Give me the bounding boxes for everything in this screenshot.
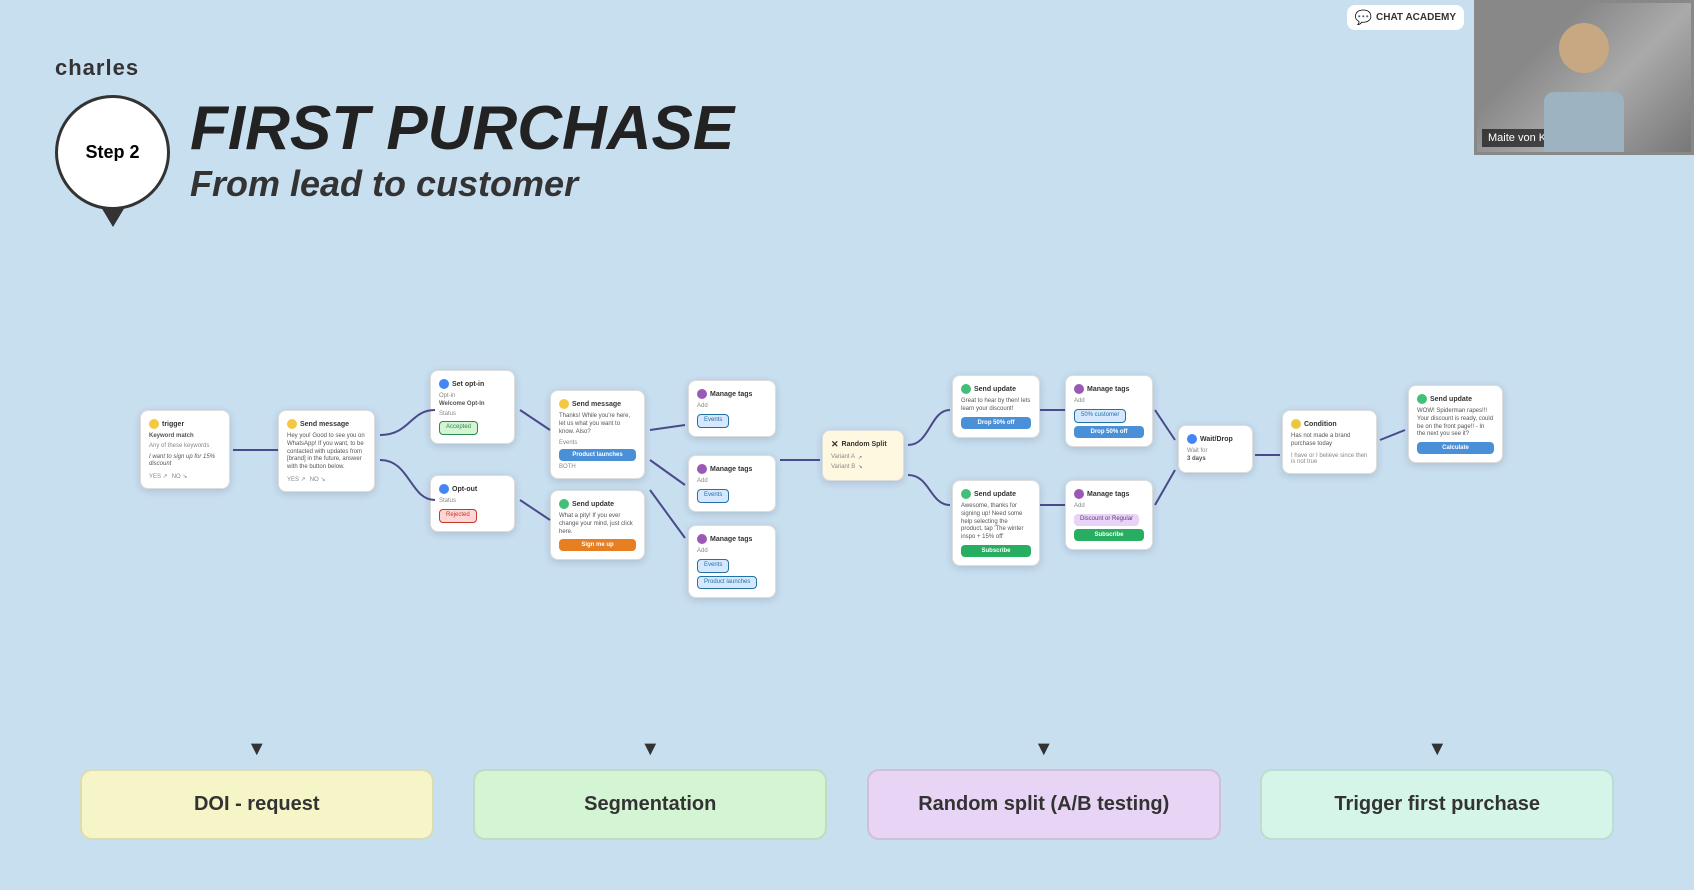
product-btn: Product launches	[559, 449, 636, 461]
manage-tags1-icon	[697, 389, 707, 399]
send-update-a-node: Send update Great to hear by then! lets …	[952, 375, 1040, 438]
opt-out-node: Opt-out Status Rejected	[430, 475, 515, 532]
drop-50-btn: Drop 50% off	[961, 417, 1031, 429]
step-label: Step 2	[85, 142, 139, 162]
bottom-labels-section: ▼ DOI - request ▼ Segmentation ▼ Random …	[60, 738, 1634, 840]
split-icon: ✕	[831, 439, 839, 450]
manage-tags-a-icon	[1074, 384, 1084, 394]
events-tag-3: Events	[697, 559, 729, 573]
manage-tags-b-icon	[1074, 489, 1084, 499]
discount-regular-tag: Discount or Regular	[1074, 514, 1139, 526]
chat-icon: 💬	[1355, 9, 1372, 26]
wait-icon	[1187, 434, 1197, 444]
trigger-icon	[149, 419, 159, 429]
send-update-optout-icon	[559, 499, 569, 509]
label-trigger-purchase: ▼ Trigger first purchase	[1241, 738, 1635, 840]
rejected-badge: Rejected	[439, 509, 477, 523]
manage-tags-3-node: Manage tags Add Events Product launches	[688, 525, 776, 598]
subscribe-btn: Subscribe	[961, 545, 1031, 557]
title-area: FIRST PURCHASE From lead to customer	[190, 95, 734, 205]
condition-node: Condition Has not made a brand purchase …	[1282, 410, 1377, 474]
manage-tags-a-node: Manage tags Add 50% customer Drop 50% of…	[1065, 375, 1153, 447]
send-message-1-node: Send message Hey you! Good to see you on…	[278, 410, 375, 492]
chat-academy-badge: 💬 CHAT ACADEMY	[1347, 5, 1464, 30]
manage-tags3-icon	[697, 534, 707, 544]
optout-icon	[439, 484, 449, 494]
trigger-node: trigger Keyword match Any of these keywo…	[140, 410, 230, 489]
send-message-2-node: Send message Thanks! While you're here, …	[550, 390, 645, 479]
seg-arrow: ▼	[640, 738, 660, 761]
drop-50-btn2: Drop 50% off	[1074, 426, 1144, 438]
step-bubble: Step 2	[55, 95, 170, 210]
page-subtitle: From lead to customer	[190, 163, 734, 205]
trigger-label: Trigger first purchase	[1260, 769, 1614, 840]
send-update-a-icon	[961, 384, 971, 394]
manage-tags-2-node: Manage tags Add Events	[688, 455, 776, 512]
send-update-final-icon	[1417, 394, 1427, 404]
label-random-split: ▼ Random split (A/B testing)	[847, 738, 1241, 840]
label-doi: ▼ DOI - request	[60, 738, 454, 840]
random-split-node: ✕ Random Split Variant A ↗ Variant B ↘	[822, 430, 904, 481]
events-tag-1: Events	[697, 414, 729, 428]
random-arrow: ▼	[1034, 738, 1054, 761]
set-optin-node: Set opt-in Opt-in Welcome Opt-In Status …	[430, 370, 515, 444]
condition-icon	[1291, 419, 1301, 429]
doi-arrow: ▼	[247, 738, 267, 761]
trigger-arrow: ▼	[1427, 738, 1447, 761]
events-tag-2: Events	[697, 489, 729, 503]
signup-btn: Sign me up	[559, 539, 636, 551]
brand-logo: charles	[55, 55, 139, 81]
send-msg2-icon	[559, 399, 569, 409]
wait-drop-node: Wait/Drop Wait for 3 days	[1178, 425, 1253, 473]
flow-canvas: trigger Keyword match Any of these keywo…	[60, 280, 1634, 640]
send-msg1-icon	[287, 419, 297, 429]
label-segmentation: ▼ Segmentation	[454, 738, 848, 840]
manage-tags2-icon	[697, 464, 707, 474]
subscribe-btn2: Subscribe	[1074, 529, 1144, 541]
send-update-optout-node: Send update What a pity! If you ever cha…	[550, 490, 645, 560]
random-label: Random split (A/B testing)	[867, 769, 1221, 840]
seg-label: Segmentation	[473, 769, 827, 840]
manage-tags-b-node: Manage tags Add Discount or Regular Subs…	[1065, 480, 1153, 550]
product-tag-3: Product launches	[697, 576, 757, 590]
manage-tags-1-node: Manage tags Add Events	[688, 380, 776, 437]
send-update-b-node: Send update Awesome, thanks for signing …	[952, 480, 1040, 566]
page-title: FIRST PURCHASE	[190, 95, 734, 163]
doi-label: DOI - request	[80, 769, 434, 840]
calculate-btn: Calculate	[1417, 442, 1494, 454]
send-update-final-node: Send update WOW! Spiderman rapes!!! Your…	[1408, 385, 1503, 463]
accepted-badge: Accepted	[439, 421, 478, 435]
send-update-b-icon	[961, 489, 971, 499]
optin-icon	[439, 379, 449, 389]
video-overlay: Maite von Kaehne	[1474, 0, 1694, 155]
50-customer-tag: 50% customer	[1074, 409, 1126, 423]
